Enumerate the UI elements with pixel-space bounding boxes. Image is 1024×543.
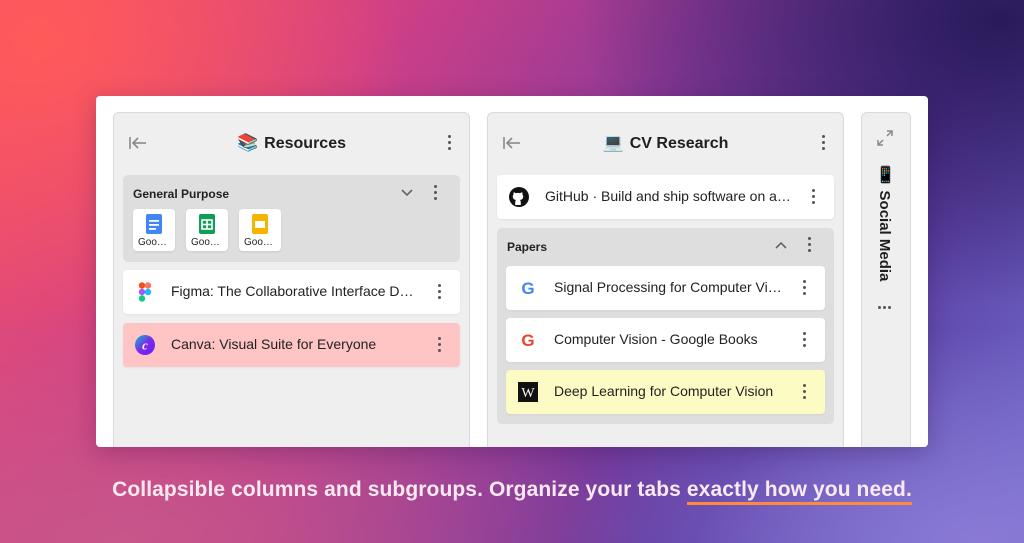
expand-column-icon[interactable]: [876, 129, 894, 147]
column-title-text: Resources: [264, 135, 346, 152]
group-title: Papers: [507, 240, 548, 254]
mini-tab-google-sheets[interactable]: Goo…: [186, 209, 228, 251]
tab-card-figma[interactable]: Figma: The Collaborative Interface Desig…: [123, 270, 460, 314]
column-resources: 📚 Resources General Purpose Goo… Goo… Go…: [113, 112, 470, 447]
column-social-media-collapsed[interactable]: 📱 Social Media: [861, 112, 911, 447]
tab-card-signal-processing[interactable]: G Signal Processing for Computer Vision: [506, 266, 825, 310]
google-slides-icon: [252, 214, 268, 234]
mini-tab-google-slides[interactable]: Goo…: [239, 209, 281, 251]
mini-tab-label: Goo…: [138, 237, 167, 248]
tagline-highlight: exactly how you need.: [686, 478, 912, 505]
tab-card-canva[interactable]: c Canva: Visual Suite for Everyone: [123, 323, 460, 367]
tagline-text: Collapsible columns and subgroups. Organ…: [112, 478, 687, 501]
tab-title: Figma: The Collaborative Interface Desig…: [171, 283, 420, 299]
figma-icon: [138, 282, 152, 302]
collapsed-column-title-text: Social Media: [876, 190, 893, 282]
group-papers: Papers G Signal Processing for Computer …: [497, 228, 834, 424]
mini-tab-google-docs[interactable]: Goo…: [133, 209, 175, 251]
tab-title: Deep Learning for Computer Vision: [554, 383, 774, 399]
tab-card-github[interactable]: GitHub · Build and ship software on a si…: [497, 175, 834, 219]
tab-card-deep-learning[interactable]: W Deep Learning for Computer Vision: [506, 370, 825, 414]
tab-menu-icon[interactable]: [438, 337, 442, 353]
svg-text:W: W: [521, 386, 535, 401]
group-menu-icon[interactable]: [808, 237, 812, 253]
svg-text:c: c: [142, 338, 148, 353]
tab-menu-icon[interactable]: [812, 189, 816, 205]
tab-title: Signal Processing for Computer Vision: [554, 279, 785, 295]
google-sheets-icon: [199, 214, 215, 234]
column-title-text: CV Research: [629, 135, 729, 152]
tab-title: GitHub · Build and ship software on a si…: [545, 188, 794, 204]
column-cv-research: 💻 CV Research GitHub · Build and ship sof…: [487, 112, 844, 447]
svg-text:G: G: [521, 279, 534, 298]
svg-text:G: G: [521, 331, 534, 350]
github-icon: [509, 187, 529, 207]
google-docs-icon: [146, 214, 162, 234]
mini-tab-label: Goo…: [191, 237, 220, 248]
column-title: 📚 Resources: [114, 133, 469, 153]
chevron-down-icon[interactable]: [400, 186, 414, 200]
google-icon: G: [521, 279, 534, 298]
group-title: General Purpose: [133, 187, 230, 201]
canva-icon: c: [135, 335, 155, 355]
column-menu-icon[interactable]: [448, 135, 452, 151]
laptop-icon: 💻: [602, 133, 624, 152]
tab-board: 📚 Resources General Purpose Goo… Goo… Go…: [96, 96, 928, 447]
chevron-up-icon[interactable]: [774, 238, 788, 252]
column-menu-icon[interactable]: [878, 306, 892, 310]
column-menu-icon[interactable]: [822, 135, 826, 151]
books-icon: 📚: [237, 133, 259, 152]
group-general-purpose: General Purpose Goo… Goo… Goo…: [123, 175, 460, 262]
column-header: 📚 Resources: [114, 113, 469, 173]
wikipedia-icon: W: [518, 382, 538, 402]
tagline: Collapsible columns and subgroups. Organ…: [0, 478, 1024, 505]
group-menu-icon[interactable]: [434, 185, 438, 201]
tab-title: Computer Vision - Google Books: [554, 331, 758, 347]
tab-title: Canva: Visual Suite for Everyone: [171, 336, 377, 352]
column-title: 💻 CV Research: [488, 133, 843, 153]
column-header: 💻 CV Research: [488, 113, 843, 173]
tab-menu-icon[interactable]: [803, 384, 807, 400]
tab-menu-icon[interactable]: [803, 332, 807, 348]
tab-card-google-books[interactable]: G Computer Vision - Google Books: [506, 318, 825, 362]
tab-menu-icon[interactable]: [803, 280, 807, 296]
google-icon: G: [521, 331, 534, 350]
mini-tab-label: Goo…: [244, 237, 273, 248]
phone-icon: 📱: [876, 165, 893, 185]
collapsed-column-title: 📱 Social Media: [875, 165, 894, 281]
tab-menu-icon[interactable]: [438, 284, 442, 300]
